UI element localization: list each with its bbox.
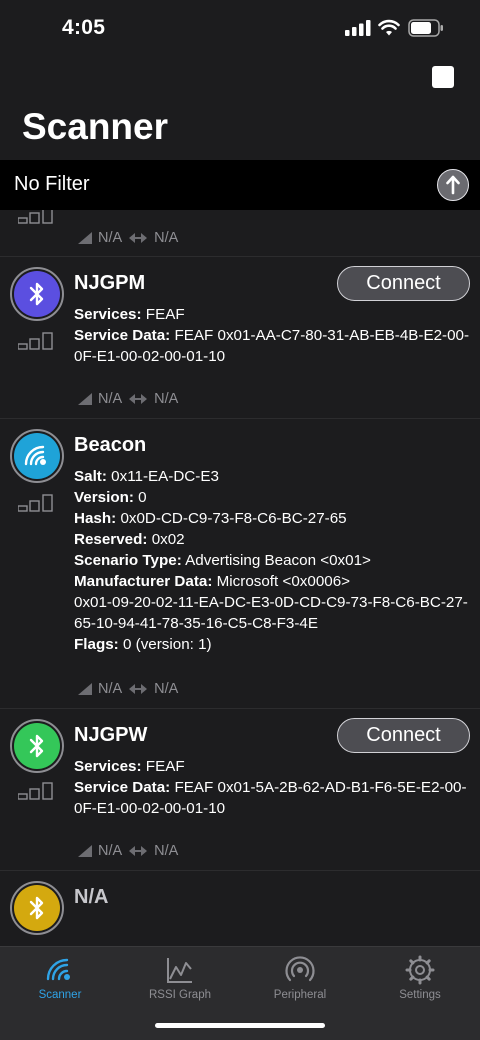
wifi-icon (378, 19, 400, 36)
tab-rssi-graph[interactable]: RSSI Graph (120, 955, 240, 1001)
interval-arrows-icon (129, 394, 148, 404)
avatar (10, 719, 64, 773)
interval-value: N/A (154, 843, 179, 859)
beacon-icon (24, 445, 46, 466)
list-item[interactable]: N/A (0, 871, 480, 946)
avatar (10, 429, 64, 483)
interval-arrows-icon (129, 846, 148, 856)
signal-meta: N/A N/A (78, 681, 178, 697)
status-bar: 4:05 (0, 0, 480, 56)
device-name: NJGPM (74, 272, 146, 294)
tab-label: RSSI Graph (149, 989, 211, 1001)
signal-meta: N/A N/A (78, 230, 178, 246)
stop-scan-button[interactable] (432, 66, 454, 88)
rssi-value: N/A (98, 391, 123, 407)
signal-strength-icon (78, 393, 92, 405)
list-item[interactable]: Beacon Salt: 0x11-EA-DC-E3 Version: 0 Ha… (0, 419, 480, 709)
bluetooth-icon (29, 734, 44, 758)
advertisement-details: Services: FEAF Service Data: FEAF 0x01-5… (74, 758, 467, 817)
tab-settings[interactable]: Settings (360, 955, 480, 1001)
rssi-value: N/A (98, 681, 123, 697)
signal-meta: N/A N/A (78, 391, 178, 407)
list-item[interactable]: N/A N/A (0, 210, 480, 257)
rssi-bars-icon (18, 332, 53, 350)
status-time: 4:05 (62, 16, 106, 39)
battery-icon (408, 19, 443, 37)
tab-label: Peripheral (273, 989, 327, 1001)
interval-value: N/A (154, 681, 179, 697)
interval-arrows-icon (129, 684, 148, 694)
rssi-bars-icon (18, 494, 53, 512)
peripheral-icon (285, 956, 315, 982)
interval-value: N/A (154, 391, 179, 407)
connect-button[interactable]: Connect (337, 266, 470, 301)
tab-peripheral[interactable]: Peripheral (240, 955, 360, 1001)
connect-button[interactable]: Connect (337, 718, 470, 753)
page-title: Scanner (22, 106, 169, 147)
filter-toggle-button[interactable] (437, 169, 469, 201)
signal-strength-icon (78, 232, 92, 244)
filter-bar[interactable]: No Filter (0, 160, 480, 210)
signal-strength-icon (78, 683, 92, 695)
filter-label: No Filter (14, 173, 90, 195)
interval-value: N/A (154, 230, 179, 246)
rssi-value: N/A (98, 230, 123, 246)
home-indicator (155, 1023, 325, 1028)
advertisement-details: Services: FEAF Service Data: FEAF 0x01-A… (74, 306, 470, 365)
avatar (10, 881, 64, 935)
graph-icon (167, 958, 192, 983)
tab-scanner[interactable]: Scanner (0, 955, 120, 1001)
bluetooth-icon (29, 282, 44, 306)
arrow-up-icon (446, 175, 460, 195)
gear-icon (405, 955, 435, 985)
list-item[interactable]: NJGPW Connect Services: FEAF Service Dat… (0, 709, 480, 871)
bluetooth-icon (29, 896, 44, 920)
rssi-bars-icon (18, 210, 53, 224)
tab-label: Scanner (38, 989, 82, 1001)
cellular-signal-icon (345, 20, 371, 36)
signal-meta: N/A N/A (78, 843, 178, 859)
avatar (10, 267, 64, 321)
scanner-icon (46, 958, 70, 981)
signal-strength-icon (78, 845, 92, 857)
device-name: N/A (74, 886, 109, 908)
advertisement-details: Salt: 0x11-EA-DC-E3 Version: 0 Hash: 0x0… (74, 468, 468, 653)
rssi-bars-icon (18, 782, 53, 800)
navigation-bar: Scanner (0, 56, 480, 160)
device-name: Beacon (74, 434, 147, 456)
tab-label: Settings (399, 989, 441, 1001)
interval-arrows-icon (129, 233, 148, 243)
device-name: NJGPW (74, 724, 148, 746)
peripheral-list[interactable]: N/A N/A NJGPM Connect Services: FEAF Ser… (0, 210, 480, 946)
rssi-value: N/A (98, 843, 123, 859)
list-item[interactable]: NJGPM Connect Services: FEAF Service Dat… (0, 257, 480, 419)
